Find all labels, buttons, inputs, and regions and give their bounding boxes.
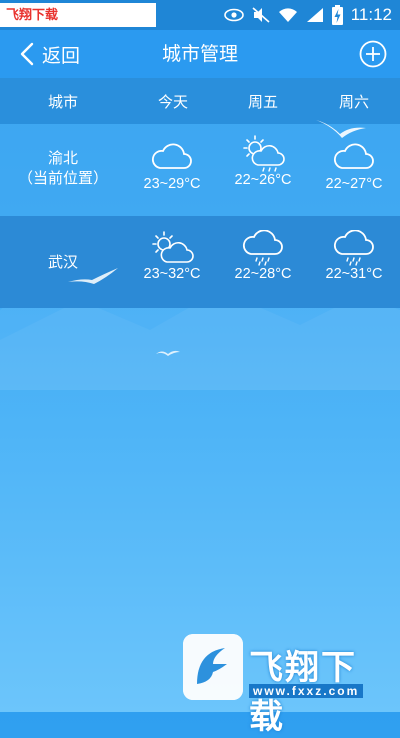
back-label: 返回: [42, 44, 81, 67]
fxxz-logo-icon: [183, 634, 243, 700]
temperature-range: 22~27°C: [325, 176, 383, 192]
city-name-label: 渝北: [47, 149, 78, 167]
forecast-cell-saturday: 22~31°C: [308, 230, 400, 282]
forecast-cell-today: 23~29°C: [126, 140, 218, 192]
rain-icon: [243, 230, 283, 266]
battery-charging-icon: [331, 5, 343, 25]
back-button[interactable]: 返回: [20, 30, 80, 78]
watermark-banner: 飞翔下载 www.FXXZ.com: [0, 3, 156, 46]
cloudy-icon: [152, 143, 192, 169]
current-location-label: （当前位置）: [17, 169, 108, 187]
forecast-cell-today: 23~32°C: [126, 230, 218, 282]
status-bar: 飞翔下载 www.FXXZ.com 11:12: [0, 0, 400, 46]
temperature-range: 23~32°C: [143, 266, 201, 282]
cloudy-icon: [334, 143, 374, 169]
city-row[interactable]: 武汉 23~32°C 22~28°C 22~31°C: [0, 216, 400, 308]
status-time: 11:12: [350, 5, 392, 24]
column-city: 城市: [47, 92, 78, 111]
column-today: 今天: [157, 92, 188, 111]
rain-icon: [334, 230, 374, 266]
temperature-range: 22~28°C: [234, 266, 292, 282]
forecast-cell-friday: 22~26°C: [217, 134, 309, 188]
chevron-left-icon: [20, 42, 34, 66]
watermark-logo: 飞翔下载 www.fxxz.com: [183, 634, 391, 737]
column-friday: 周五: [247, 92, 278, 111]
signal-icon: [306, 8, 323, 22]
mute-icon: [252, 7, 270, 23]
city-name: 渝北 （当前位置）: [0, 148, 126, 188]
column-saturday: 周六: [338, 92, 369, 111]
partly-cloudy-rain-icon: [243, 135, 285, 172]
plus-circle-icon[interactable]: [358, 39, 388, 69]
status-icons: 11:12: [223, 0, 392, 30]
temperature-range: 22~26°C: [234, 172, 292, 188]
logo-url: www.fxxz.com: [249, 684, 364, 698]
temperature-range: 23~29°C: [143, 176, 201, 192]
eye-icon: [223, 8, 244, 22]
temperature-range: 22~31°C: [325, 266, 383, 282]
bird-decoration: [316, 120, 366, 138]
bird-decoration: [156, 350, 180, 356]
partly-cloudy-icon: [152, 231, 194, 263]
forecast-cell-friday: 22~28°C: [217, 230, 309, 282]
wifi-icon: [278, 8, 297, 22]
forecast-cell-saturday: 22~27°C: [308, 140, 400, 192]
app-header: 返回 城市管理: [0, 30, 400, 78]
bird-decoration: [68, 268, 118, 284]
